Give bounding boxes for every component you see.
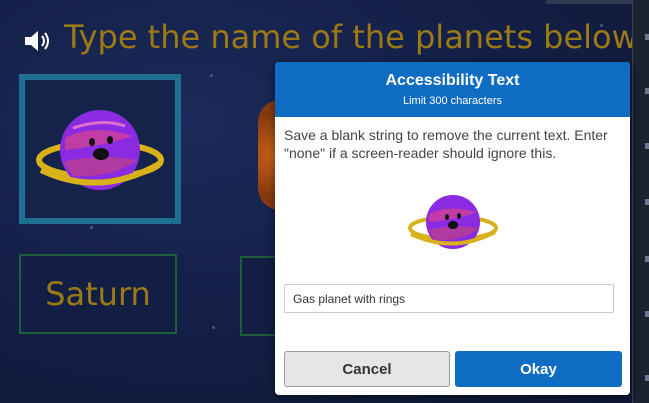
dialog-subtitle: Limit 300 characters — [402, 95, 503, 107]
panel-tick — [645, 88, 649, 94]
panel-tick — [645, 311, 649, 317]
dialog-title: Accessibility Text — [385, 72, 520, 89]
answer-box-saturn[interactable]: Saturn — [19, 254, 177, 334]
dialog-header: Accessibility Text Limit 300 characters — [275, 62, 630, 117]
saturn-planet-image — [36, 110, 164, 190]
star — [210, 74, 213, 77]
panel-tick — [645, 256, 649, 262]
instruction-title: Type the name of the planets below — [64, 18, 632, 56]
planet-card-saturn[interactable] — [19, 74, 181, 224]
cancel-button[interactable]: Cancel — [284, 351, 450, 387]
panel-tick — [645, 143, 649, 149]
properties-side-panel — [632, 0, 649, 403]
star — [90, 226, 93, 229]
speaker-icon[interactable] — [24, 30, 56, 52]
top-divider — [546, 0, 632, 4]
answer-box-partial[interactable] — [240, 256, 280, 336]
dialog-body: Save a blank string to remove the curren… — [275, 117, 630, 313]
panel-tick — [645, 34, 649, 40]
star — [212, 326, 215, 329]
panel-tick — [645, 199, 649, 205]
panel-tick — [645, 375, 649, 381]
dialog-description: Save a blank string to remove the curren… — [284, 127, 608, 161]
dialog-footer: Cancel Okay — [284, 351, 622, 387]
okay-button[interactable]: Okay — [455, 351, 622, 387]
accessibility-text-dialog: Accessibility Text Limit 300 characters … — [275, 62, 630, 395]
saturn-preview-image — [407, 195, 498, 249]
alt-text-input[interactable] — [284, 284, 614, 313]
